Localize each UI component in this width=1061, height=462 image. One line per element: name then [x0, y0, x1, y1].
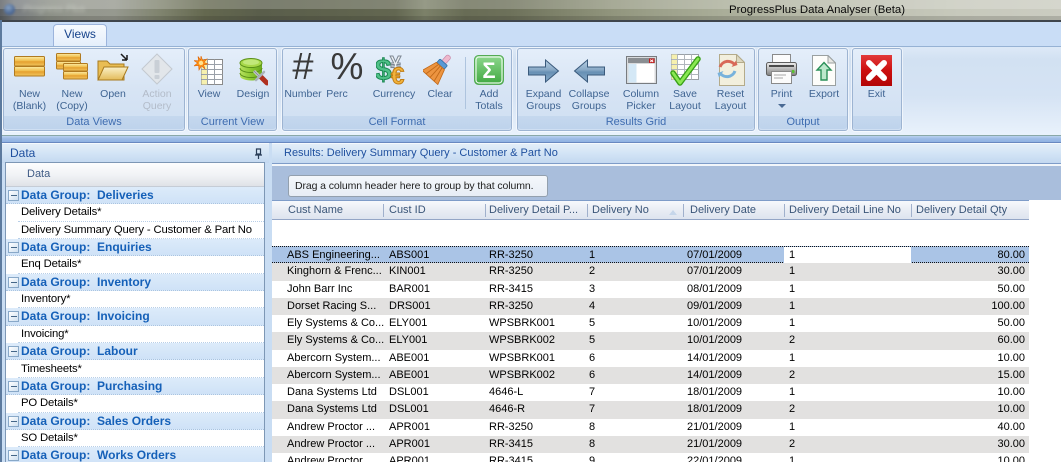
svg-text:Σ: Σ	[482, 58, 495, 83]
svg-text:€: €	[391, 63, 404, 85]
